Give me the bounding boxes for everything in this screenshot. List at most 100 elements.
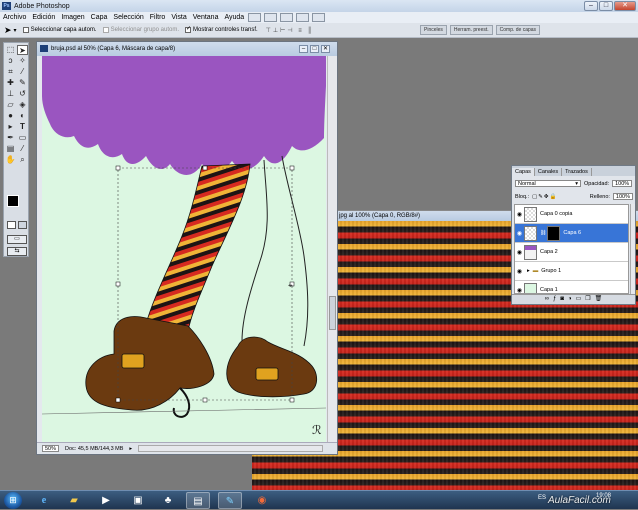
new-group-icon[interactable]: ▭ [576,295,582,304]
arrange-docs-icon[interactable] [296,13,309,22]
blur-tool-icon[interactable]: ● [5,111,16,121]
panel-well-tool-presets[interactable]: Herram. preest. [449,25,493,35]
standard-mode-icon[interactable] [7,221,16,229]
transform-handle[interactable] [115,165,121,171]
fill-field[interactable]: 100% [612,193,633,200]
menu-ventana[interactable]: Ventana [193,14,219,21]
imageready-icon[interactable]: ⇆ [7,247,27,256]
menu-ayuda[interactable]: Ayuda [224,14,244,21]
menu-capa[interactable]: Capa [91,14,108,21]
layer-row[interactable]: ◉ Capa 2 [515,243,628,262]
shape-tool-icon[interactable]: ▭ [17,133,28,143]
photoshop-task-icon[interactable]: ✎ [218,492,242,509]
healing-brush-tool-icon[interactable]: ✚ [5,78,16,88]
chrome-icon[interactable]: ◉ [250,492,274,509]
document-window-bruja[interactable]: bruja.psd al 50% (Capa 6, Máscara de cap… [36,41,338,455]
auto-select-group-checkbox[interactable] [102,27,109,33]
add-mask-icon[interactable]: ◙ [560,295,564,304]
screen-mode-icon[interactable] [312,13,325,22]
blend-mode-select[interactable]: Normal ▾ [515,180,581,187]
maximize-icon[interactable]: □ [599,1,613,11]
pen-tool-icon[interactable]: ✒ [5,133,16,143]
scroll-thumb[interactable] [329,296,336,330]
transform-handle[interactable] [115,281,121,287]
tab-trazados[interactable]: Trazados [562,168,592,176]
tab-capas[interactable]: Capas [512,168,535,176]
menu-filtro[interactable]: Filtro [150,14,166,21]
dodge-tool-icon[interactable]: ◐ [17,111,28,121]
notes-tool-icon[interactable]: ▤ [5,144,16,154]
new-layer-icon[interactable]: ❐ [585,295,590,304]
move-tool-icon[interactable]: ➤ [17,45,28,55]
hand-tool-icon[interactable]: ✋ [5,155,16,165]
layer-style-icon[interactable]: ƒ [553,295,556,304]
internet-explorer-icon[interactable]: e [32,492,56,509]
eraser-tool-icon[interactable]: ▱ [5,100,16,110]
menu-seleccion[interactable]: Selección [113,14,143,21]
adjustment-layer-icon[interactable]: ◑ [568,295,572,304]
history-brush-tool-icon[interactable]: ↺ [17,89,28,99]
paint-bucket-tool-icon[interactable]: ◈ [17,100,28,110]
language-indicator[interactable]: ES [538,495,546,501]
quick-mask-icon[interactable] [18,221,27,229]
hand-view-icon[interactable] [280,13,293,22]
type-tool-icon[interactable]: T [17,122,28,132]
lock-icons[interactable]: ▢✎✥🔒 [532,194,557,200]
opacity-field[interactable]: 100% [612,180,633,187]
link-layers-icon[interactable]: ∞ [545,295,549,304]
minimize-icon[interactable]: – [584,1,598,11]
close-icon[interactable]: ✕ [614,1,636,11]
doc-minimize-icon[interactable]: – [299,45,308,53]
tool-preset-chevron-down-icon[interactable]: ▾ [14,27,17,34]
transform-handle[interactable] [115,397,121,403]
scanner-app-icon[interactable]: ▤ [186,492,210,509]
eyedropper2-tool-icon[interactable]: ⁄ [17,144,28,154]
eye-icon[interactable]: ◉ [515,230,524,237]
brush-tool-icon[interactable]: ✎ [17,78,28,88]
group-expand-icon[interactable]: ▸ [527,268,530,274]
layer-mask-thumbnail[interactable] [547,225,561,241]
panel-well-brushes[interactable]: Pinceles [420,25,447,35]
zoom-level-field[interactable]: 50% [42,445,60,452]
screen-mode-button[interactable]: ▭ [7,235,27,244]
transform-handle[interactable] [202,397,208,403]
media-center-icon[interactable]: ▣ [126,492,150,509]
layer-row[interactable]: ◉ Capa 1 [515,281,628,294]
layer-row[interactable]: ◉ Capa 0 copia [515,205,628,224]
layers-scrollbar[interactable] [630,204,635,294]
menu-imagen[interactable]: Imagen [61,14,84,21]
move-tool-icon[interactable]: ➤ [4,25,12,36]
start-button-icon[interactable]: ⊞ [4,492,22,509]
lasso-tool-icon[interactable]: ↄ [5,56,16,66]
media-player-icon[interactable]: ▶ [94,492,118,509]
doc-close-icon[interactable]: ✕ [321,45,330,53]
crop-tool-icon[interactable]: ⌗ [5,67,16,77]
file-explorer-icon[interactable]: ▰ [62,492,86,509]
layer-row[interactable]: ◉ ⛓ Capa 6 [515,224,628,243]
panel-well-layer-comps[interactable]: Comp. de capas [495,25,541,35]
trash-icon[interactable]: 🗑 [595,295,603,304]
transform-center-icon[interactable]: ⌖ [288,281,293,290]
eye-icon[interactable]: ◉ [515,268,524,275]
magic-wand-tool-icon[interactable]: ✧ [17,56,28,66]
transform-handle[interactable] [289,397,295,403]
vertical-scrollbar[interactable] [327,56,337,442]
doc-maximize-icon[interactable]: □ [310,45,319,53]
network-app-icon[interactable]: ♣ [156,492,180,509]
eye-icon[interactable]: ◉ [515,287,524,294]
path-select-tool-icon[interactable]: ▸ [5,122,16,132]
transform-handle[interactable] [289,165,295,171]
auto-select-layer-checkbox[interactable] [22,27,29,33]
align-buttons-icon[interactable]: ⊤⊥⊢⊣ ≡ ║ [266,27,314,34]
eye-icon[interactable]: ◉ [515,211,524,218]
menu-archivo[interactable]: Archivo [3,14,26,21]
clone-stamp-tool-icon[interactable]: ⊥ [5,89,16,99]
zoom-level-icon[interactable] [264,13,277,22]
eye-icon[interactable]: ◉ [515,249,524,256]
menu-vista[interactable]: Vista [171,14,186,21]
bridge-icon[interactable] [248,13,261,22]
show-transform-checkbox[interactable] [184,25,191,33]
foreground-color-swatch[interactable] [7,195,19,207]
transform-handle[interactable] [202,165,208,171]
zoom-tool-icon[interactable]: ⌕ [17,155,28,165]
